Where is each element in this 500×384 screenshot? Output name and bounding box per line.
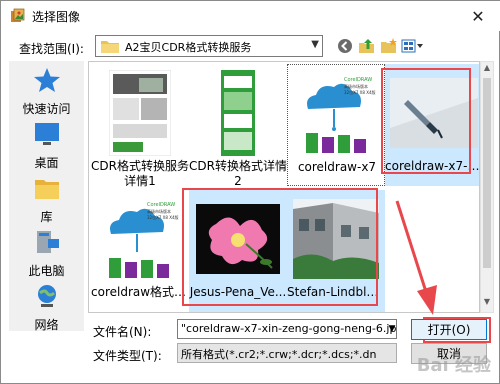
file-name: CDR转换格式详情2 bbox=[189, 159, 287, 188]
select-image-dialog: 选择图像 ✕ 查找范围(I): A2宝贝CDR格式转换服务 ▼ 快速访问 桌面 … bbox=[0, 0, 500, 384]
lookin-combo[interactable]: A2宝贝CDR格式转换服务 ▼ bbox=[95, 35, 323, 57]
filetype-select[interactable]: 所有格式(*.cr2;*.crw;*.dcr;*.dcs;*.dn bbox=[177, 343, 397, 363]
filename-label: 文件名(N): bbox=[93, 325, 152, 339]
scroll-thumb[interactable] bbox=[483, 78, 491, 268]
places-bar: 快速访问 桌面 库 此电脑 网络 bbox=[9, 61, 84, 332]
filetype-label: 文件类型(T): bbox=[93, 349, 162, 363]
desktop-icon bbox=[35, 123, 59, 145]
file-thumbnail: CorelDRAW 高级市场版本 32位X7 X8 X4版 bbox=[96, 195, 184, 283]
place-label: 此电脑 bbox=[28, 264, 65, 278]
file-name: coreldraw-x7 bbox=[297, 160, 377, 174]
view-menu-icon bbox=[401, 39, 423, 53]
place-network[interactable]: 网络 bbox=[9, 281, 84, 336]
annotation-arrow-icon bbox=[395, 200, 437, 315]
app-icon bbox=[11, 8, 25, 22]
file-name: coreldraw格式转换 bbox=[91, 285, 189, 299]
up-folder-icon bbox=[359, 39, 374, 53]
quick-access-star-icon bbox=[34, 68, 60, 92]
thumb-caption: 高级市场版本 bbox=[344, 83, 368, 89]
file-thumbnail bbox=[96, 69, 184, 157]
title-bar[interactable]: 选择图像 ✕ bbox=[1, 1, 500, 31]
lookin-label: 查找范围(I): bbox=[19, 42, 84, 56]
close-icon: ✕ bbox=[471, 6, 485, 26]
place-this-pc[interactable]: 此电脑 bbox=[9, 227, 84, 282]
file-thumbnail bbox=[194, 69, 282, 157]
back-icon bbox=[338, 39, 352, 53]
network-icon bbox=[38, 285, 56, 307]
file-name: CDR格式转换服务详情1 bbox=[91, 159, 189, 188]
up-folder-button[interactable] bbox=[357, 36, 377, 56]
file-thumbnail: CorelDRAW 高级市场版本 32位X7 X8 X4版 bbox=[293, 70, 381, 158]
folder-icon bbox=[101, 41, 119, 53]
thumb-caption: CorelDRAW bbox=[147, 202, 175, 208]
thumb-caption: 32位X7 X8 X4版 bbox=[344, 89, 376, 95]
scroll-down-arrow-icon[interactable]: ▼ bbox=[481, 297, 493, 311]
chevron-down-icon[interactable]: ▼ bbox=[386, 319, 398, 339]
new-folder-button[interactable] bbox=[379, 36, 399, 56]
this-pc-icon bbox=[37, 231, 59, 253]
library-icon bbox=[35, 180, 59, 199]
filename-input[interactable]: "coreldraw-x7-xin-zeng-gong-neng-6.jp bbox=[177, 319, 397, 339]
thumb-caption: 高级市场版本 bbox=[147, 208, 171, 214]
place-label: 网络 bbox=[34, 318, 59, 332]
lookin-value: A2宝贝CDR格式转换服务 bbox=[125, 41, 252, 54]
file-item[interactable]: CorelDRAW 高级市场版本 32位X7 X8 X4版 coreldraw-… bbox=[287, 64, 385, 186]
chevron-down-icon: ▼ bbox=[311, 39, 319, 50]
highlight-box bbox=[381, 68, 471, 174]
watermark: Bai 经验 bbox=[416, 355, 491, 376]
place-label: 库 bbox=[40, 210, 53, 224]
place-desktop[interactable]: 桌面 bbox=[9, 119, 84, 174]
vertical-scrollbar[interactable]: ▲ ▼ bbox=[480, 61, 494, 313]
place-label: 快速访问 bbox=[22, 102, 71, 116]
new-folder-icon bbox=[381, 38, 397, 53]
file-item[interactable]: CDR转换格式详情2 bbox=[189, 64, 287, 188]
file-item[interactable]: CDR格式转换服务详情1 bbox=[91, 64, 189, 188]
highlight-box bbox=[182, 188, 378, 306]
place-quick-access[interactable]: 快速访问 bbox=[9, 65, 84, 120]
place-label: 桌面 bbox=[34, 156, 59, 170]
window-title: 选择图像 bbox=[32, 10, 81, 24]
back-button[interactable] bbox=[335, 36, 355, 56]
close-button[interactable]: ✕ bbox=[458, 2, 498, 30]
file-item[interactable]: CorelDRAW 高级市场版本 32位X7 X8 X4版 coreldraw格… bbox=[91, 190, 189, 312]
scroll-up-arrow-icon[interactable]: ▲ bbox=[481, 63, 493, 77]
place-library[interactable]: 库 bbox=[9, 173, 84, 228]
open-button[interactable]: 打开(O) bbox=[411, 319, 487, 340]
thumb-caption: CorelDRAW bbox=[344, 77, 372, 83]
view-menu-button[interactable] bbox=[401, 36, 425, 56]
thumb-caption: 32位X7 X8 X4版 bbox=[147, 214, 179, 220]
